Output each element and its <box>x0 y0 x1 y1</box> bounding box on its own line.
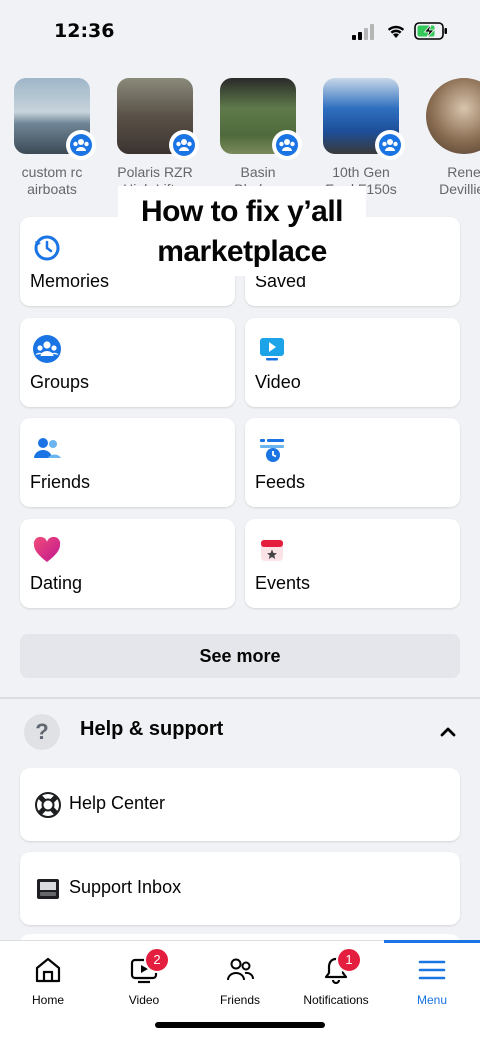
nav-home[interactable]: Home <box>0 941 96 1015</box>
tile-label: Memories <box>30 271 110 291</box>
nav-menu[interactable]: Menu <box>384 940 480 1015</box>
friends-outline-icon <box>227 958 254 981</box>
groups-icon <box>33 335 61 363</box>
see-more-button[interactable]: See more <box>20 634 460 678</box>
cellular-signal-icon <box>352 24 374 40</box>
tile-label: Groups <box>30 372 90 392</box>
inbox-icon <box>37 879 59 899</box>
nav-label: Menu <box>416 993 448 1007</box>
shortcut-item[interactable]: Rene Devillier <box>416 78 480 198</box>
support-inbox-label: Support Inbox <box>69 877 182 897</box>
shortcut-name-line1: Basin <box>240 164 276 180</box>
shortcut-name-line2: airboats <box>27 181 77 197</box>
group-thumbnail <box>323 78 405 160</box>
tile-label: Events <box>255 573 311 593</box>
nav-label: Friends <box>219 993 260 1007</box>
tile-dating[interactable]: Dating <box>20 519 235 608</box>
status-time: 12:36 <box>54 20 115 42</box>
friends-icon <box>34 438 61 458</box>
question-icon: ? <box>24 714 60 750</box>
wifi-icon <box>387 25 405 38</box>
tile-events[interactable]: Events <box>245 519 460 608</box>
group-thumbnail <box>14 78 96 160</box>
feeds-icon <box>260 439 284 462</box>
nav-video[interactable]: 2 Video <box>96 941 192 1015</box>
home-icon <box>35 957 61 983</box>
shortcut-name-line1: Polaris RZR <box>117 164 193 180</box>
video-icon <box>260 338 284 361</box>
tile-video[interactable]: Video <box>245 318 460 407</box>
shortcut-item[interactable]: custom rc airboats <box>14 78 100 198</box>
tile-label: Feeds <box>255 472 306 492</box>
chevron-up-icon[interactable] <box>438 722 458 742</box>
group-badge-icon <box>272 130 302 160</box>
help-center-item[interactable]: Help Center <box>20 768 460 841</box>
tile-feeds[interactable]: Feeds <box>245 418 460 507</box>
help-support-title: Help & support <box>80 718 224 740</box>
home-indicator <box>155 1022 325 1028</box>
tile-label: Friends <box>30 472 91 492</box>
shortcut-name-line1: 10th Gen <box>332 164 390 180</box>
status-bar: 12:36 <box>0 0 480 60</box>
support-inbox-item[interactable]: Support Inbox <box>20 852 460 925</box>
calendar-icon <box>261 540 283 561</box>
group-thumbnail <box>220 78 302 160</box>
section-divider <box>0 697 480 699</box>
notifications-badge: 1 <box>336 947 362 973</box>
video-caption-overlay: How to fix y’all marketplace <box>118 186 366 276</box>
heart-icon <box>33 536 61 562</box>
nav-label: Notifications <box>303 993 369 1007</box>
group-thumbnail <box>117 78 199 160</box>
nav-label: Video <box>128 993 160 1007</box>
tile-label: Dating <box>30 573 83 593</box>
clock-icon <box>34 235 60 261</box>
shortcut-name-line1: custom rc <box>21 164 83 180</box>
hamburger-icon <box>418 960 446 980</box>
video-badge: 2 <box>144 947 170 973</box>
nav-label: Home <box>31 993 64 1007</box>
group-badge-icon <box>375 130 405 160</box>
tile-groups[interactable]: Groups <box>20 318 235 407</box>
tile-friends[interactable]: Friends <box>20 418 235 507</box>
shortcut-name-line2: Devillier <box>439 181 480 197</box>
nav-friends[interactable]: Friends <box>192 941 288 1015</box>
battery-charging-icon <box>414 22 447 40</box>
profile-thumbnail <box>426 78 480 154</box>
tile-label: Video <box>255 372 301 392</box>
nav-notifications[interactable]: 1 Notifications <box>288 941 384 1015</box>
lifebuoy-icon <box>35 792 61 818</box>
help-support-header[interactable]: ? Help & support <box>0 708 480 754</box>
help-center-label: Help Center <box>69 793 166 813</box>
shortcut-item[interactable]: Basin Blade... <box>210 78 306 198</box>
group-badge-icon <box>169 130 199 160</box>
group-badge-icon <box>66 130 96 160</box>
shortcut-item[interactable]: Polaris RZR High Lifter <box>107 78 203 198</box>
shortcut-name-line1: Rene <box>447 164 480 180</box>
shortcut-item[interactable]: 10th Gen Ford F150s <box>313 78 409 198</box>
